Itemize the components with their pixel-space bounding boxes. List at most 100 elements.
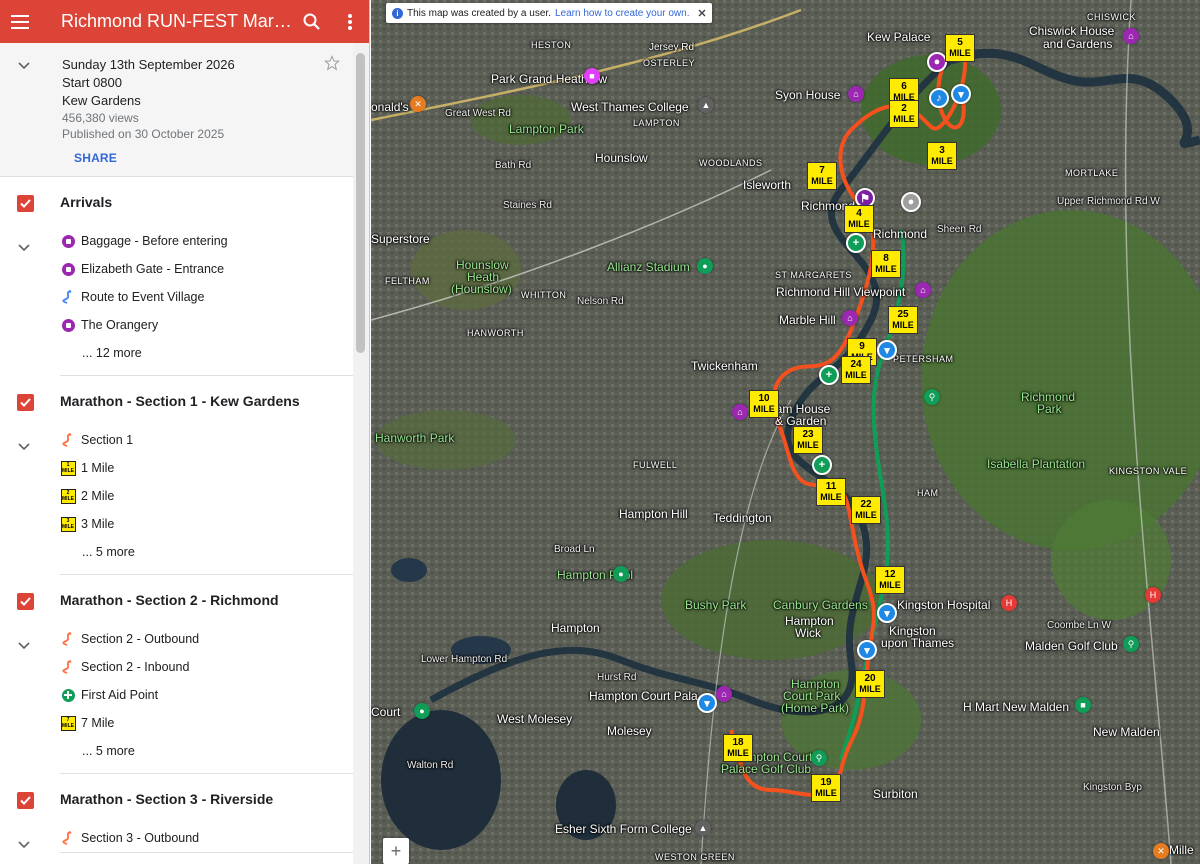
layer-item[interactable]: 3 MILE 3 Mile (60, 510, 354, 538)
hotel-pin[interactable]: ■ (584, 68, 600, 84)
zoom-in-button[interactable]: + (383, 838, 409, 864)
first-aid-pin[interactable]: + (819, 365, 839, 385)
mile-marker-number: 19 (820, 777, 832, 788)
map-label: Hanworth Park (375, 431, 455, 445)
layer-item[interactable]: The Orangery (60, 311, 354, 339)
attraction-pin[interactable]: ⌂ (848, 86, 864, 102)
mile-marker-word: MILE (753, 404, 775, 414)
map-view[interactable]: HESTON Jersey Rd OSTERLEY Kew Palace CHI… (371, 0, 1200, 864)
golf-pin[interactable]: ⚲ (811, 750, 827, 766)
layer-visibility-checkbox[interactable] (17, 195, 34, 212)
attraction-pin[interactable]: ⌂ (732, 404, 748, 420)
scrollbar-thumb[interactable] (356, 53, 365, 353)
attraction-pin[interactable]: ⌂ (716, 686, 732, 702)
restaurant-pin[interactable]: ✕ (410, 96, 426, 112)
layer-item-label: Elizabeth Gate - Entrance (81, 262, 225, 276)
layer-item[interactable]: First Aid Point (60, 681, 354, 709)
college-pin[interactable]: ▲ (695, 820, 711, 836)
mile-marker[interactable]: 11 MILE (816, 478, 846, 506)
layer-header[interactable]: Marathon - Section 1 - Kew Gardens (60, 376, 354, 426)
mile-marker-word: MILE (797, 440, 819, 450)
viewpoint-pin[interactable]: ⌂ (915, 282, 931, 298)
shop-pin[interactable]: ■ (1075, 697, 1091, 713)
layer-header[interactable]: Arrivals (60, 177, 354, 227)
layer-item[interactable]: 7 MILE 7 Mile (60, 709, 354, 737)
mile-marker[interactable]: 22 MILE (851, 496, 881, 524)
water-station-pin[interactable]: ▾ (877, 340, 897, 360)
stadium-pin[interactable]: ● (697, 258, 713, 274)
layer-item[interactable]: Section 2 - Inbound (60, 653, 354, 681)
mile-marker[interactable]: 7 MILE (807, 162, 837, 190)
layer-visibility-checkbox[interactable] (17, 792, 34, 809)
map-label: Twickenham (691, 359, 758, 373)
attraction-pin[interactable]: ⌂ (842, 310, 858, 326)
learn-more-link[interactable]: Learn how to create your own. (555, 8, 690, 19)
layer-item[interactable]: Section 2 - Outbound (60, 625, 354, 653)
star-button[interactable] (324, 55, 340, 76)
layer-collapse-button[interactable] (18, 836, 30, 854)
hospital-pin[interactable]: H (1145, 587, 1161, 603)
map-label: WHITTON (521, 290, 567, 300)
sidebar-scrollbar[interactable] (353, 43, 369, 864)
water-station-pin[interactable]: ▾ (857, 640, 877, 660)
collapse-info-button[interactable] (18, 57, 30, 75)
layer-header[interactable]: Marathon - Section 3 - Riverside (60, 774, 354, 824)
toilets-pin[interactable]: ● (927, 52, 947, 72)
hospital-pin[interactable]: H (1001, 595, 1017, 611)
close-notice-button[interactable] (698, 6, 706, 20)
mile-marker[interactable]: 10 MILE (749, 390, 779, 418)
mile-marker[interactable]: 12 MILE (875, 566, 905, 594)
menu-button[interactable] (0, 0, 40, 43)
golf-pin[interactable]: ⚲ (1123, 636, 1139, 652)
water-station-pin[interactable]: ▾ (877, 603, 897, 623)
mile-marker[interactable]: 25 MILE (888, 306, 918, 334)
mile-marker[interactable]: 23 MILE (793, 426, 823, 454)
mile-marker[interactable]: 8 MILE (871, 250, 901, 278)
music-pin[interactable]: ♪ (929, 88, 949, 108)
show-more-link[interactable]: ... 5 more (60, 538, 354, 566)
layer-item[interactable]: 2 MILE 2 Mile (60, 482, 354, 510)
layer-collapse-button[interactable] (18, 637, 30, 655)
more-options-button[interactable] (331, 0, 369, 43)
show-more-link[interactable]: ... 12 more (60, 339, 354, 367)
layer-visibility-checkbox[interactable] (17, 593, 34, 610)
park-pin[interactable]: ● (414, 703, 430, 719)
layer-item[interactable]: Route to Event Village (60, 283, 354, 311)
mile-marker[interactable]: 2 MILE (889, 100, 919, 128)
sidebar-content[interactable]: Sunday 13th September 2026 Start 0800 Ke… (0, 43, 354, 864)
mile-marker[interactable]: 5 MILE (945, 34, 975, 62)
college-pin[interactable]: ▲ (698, 97, 714, 113)
search-button[interactable] (293, 0, 331, 43)
layer-collapse-button[interactable] (18, 239, 30, 257)
layer-item-label: Baggage - Before entering (81, 234, 228, 248)
water-station-pin[interactable]: ▾ (951, 84, 971, 104)
mile-marker[interactable]: 20 MILE (855, 670, 885, 698)
layer-header[interactable]: Marathon - Section 2 - Richmond (60, 575, 354, 625)
mile-marker[interactable]: 18 MILE (723, 734, 753, 762)
pool-pin[interactable]: ● (613, 566, 629, 582)
map-label: Syon House (775, 88, 841, 102)
restaurant-pin[interactable]: ✕ (1153, 843, 1169, 859)
map-title: Richmond RUN-FEST Marathon (61, 11, 293, 31)
layer-collapse-button[interactable] (18, 438, 30, 456)
golf-pin[interactable]: ⚲ (924, 389, 940, 405)
layer-item[interactable]: Section 1 (60, 426, 354, 454)
layer-item[interactable]: Elizabeth Gate - Entrance (60, 255, 354, 283)
layer-item[interactable]: Baggage - Before entering (60, 227, 354, 255)
first-aid-pin[interactable]: + (846, 233, 866, 253)
mile-marker[interactable]: 4 MILE (844, 205, 874, 233)
mile-marker[interactable]: 3 MILE (927, 142, 957, 170)
first-aid-pin[interactable]: + (812, 455, 832, 475)
attraction-pin[interactable]: ⌂ (1123, 28, 1139, 44)
mile-marker[interactable]: 24 MILE (841, 356, 871, 384)
start-pin[interactable]: ● (901, 192, 921, 212)
layer-item[interactable]: Section 3 - Outbound (60, 824, 354, 852)
show-more-link[interactable]: ... 5 more (60, 737, 354, 765)
layer-item[interactable]: 1 MILE 1 Mile (60, 454, 354, 482)
mile-marker[interactable]: 19 MILE (811, 774, 841, 802)
layer-visibility-checkbox[interactable] (17, 394, 34, 411)
mile-marker-number: 8 (883, 253, 889, 264)
map-label: Lower Hampton Rd (421, 654, 508, 665)
share-button[interactable]: SHARE (74, 151, 117, 165)
water-station-pin[interactable]: ▾ (697, 693, 717, 713)
